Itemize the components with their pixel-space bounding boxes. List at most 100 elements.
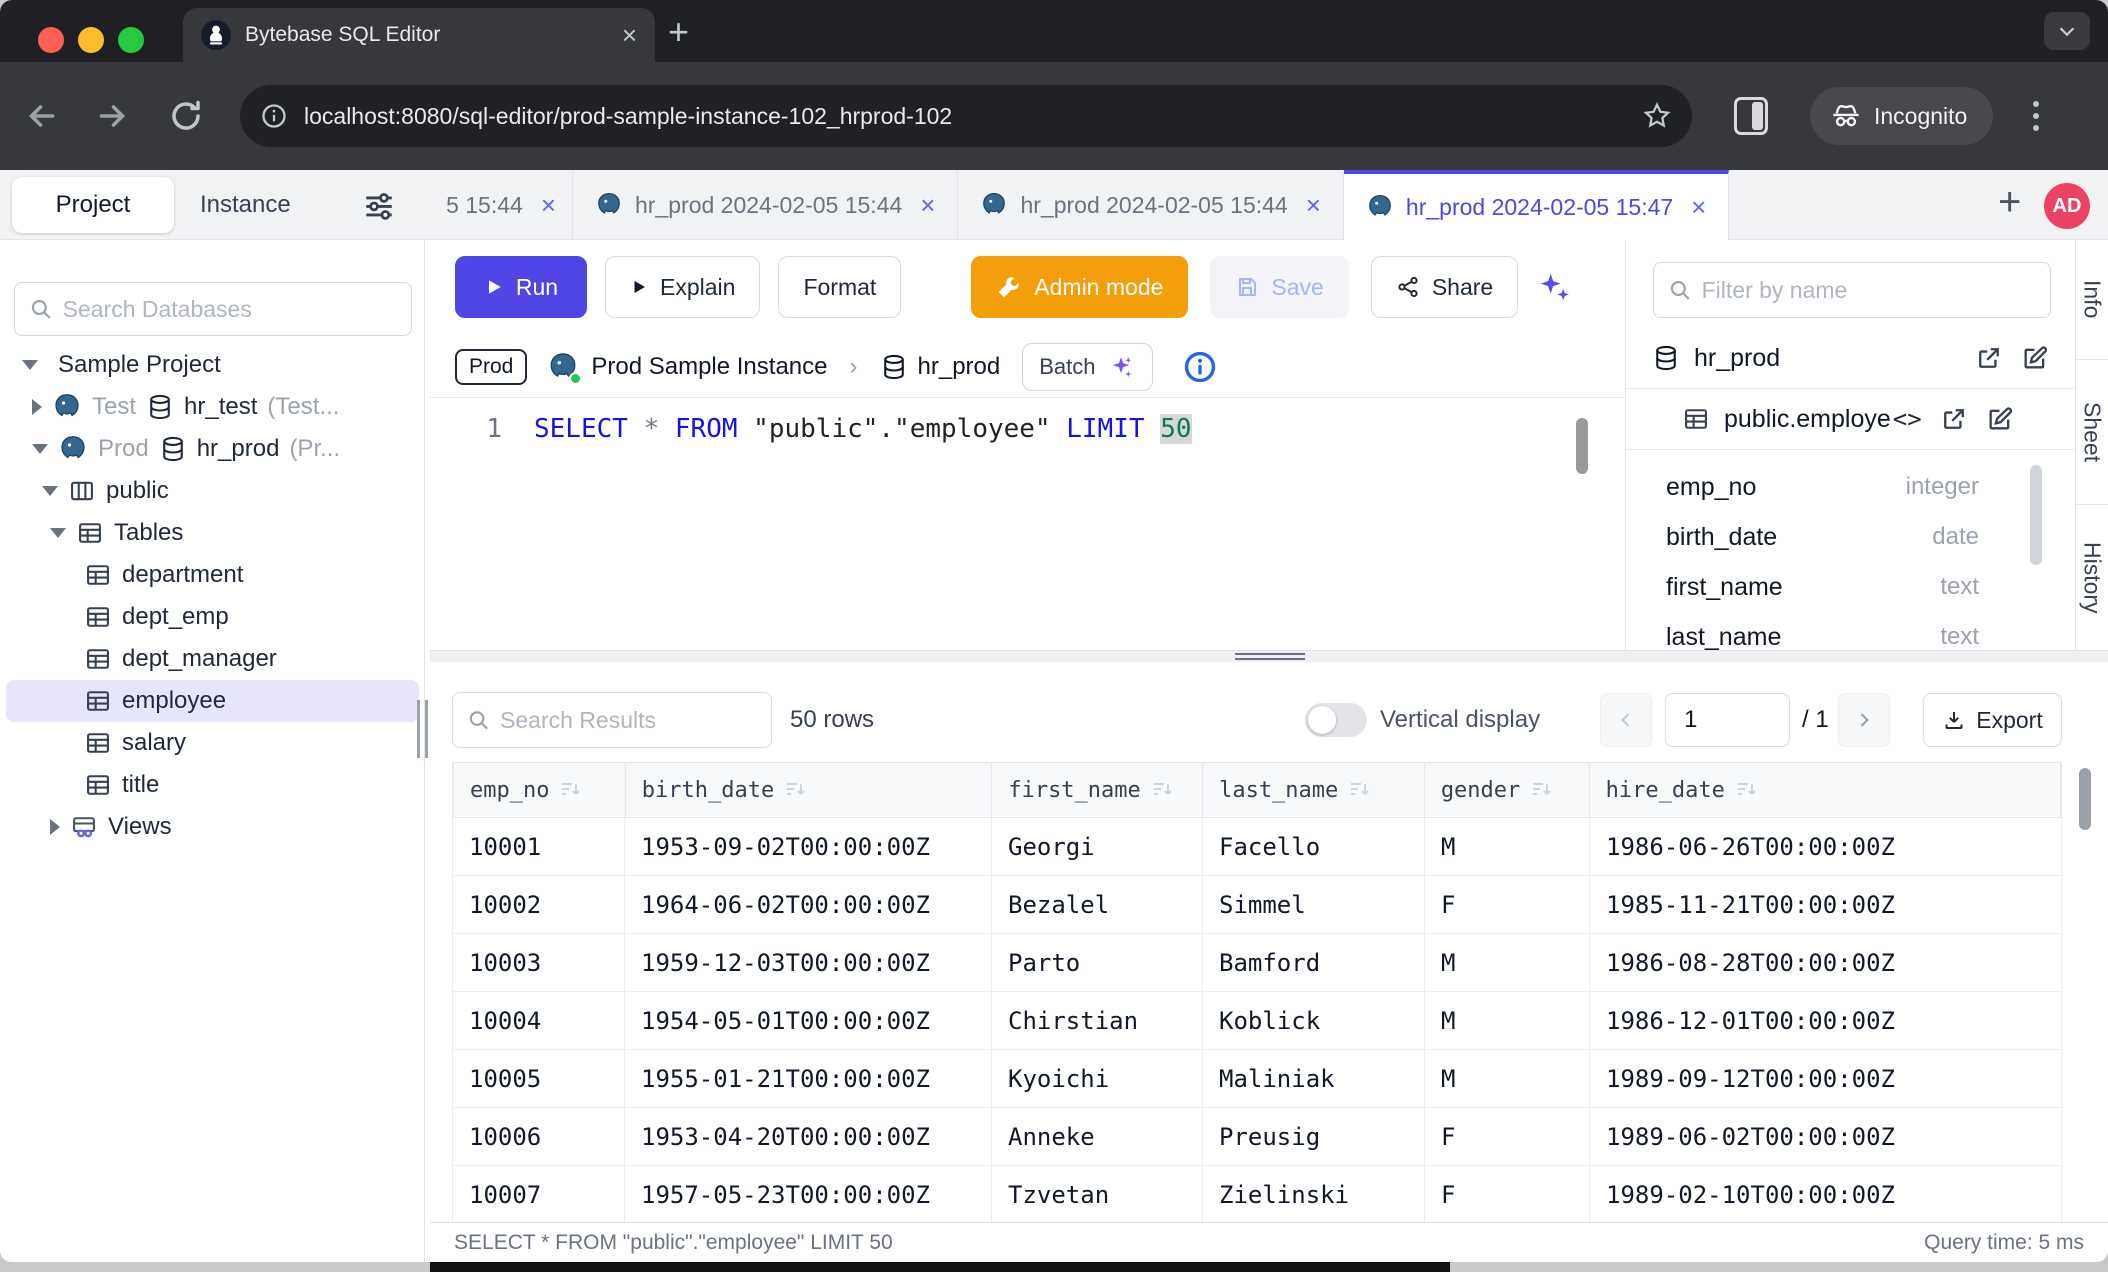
tree-settings-icon[interactable] — [362, 188, 396, 222]
table-row[interactable]: 10006 1953-04-20T00:00:00Z Anneke Preusi… — [452, 1108, 2062, 1166]
table-cell[interactable]: Koblick — [1203, 992, 1425, 1049]
results-search[interactable] — [452, 692, 772, 748]
page-number-input[interactable] — [1665, 693, 1790, 747]
run-button[interactable]: Run — [455, 256, 587, 318]
table-cell[interactable]: Kyoichi — [992, 1050, 1203, 1107]
external-link-icon[interactable] — [1940, 405, 1968, 433]
table-cell[interactable]: 1953-04-20T00:00:00Z — [625, 1108, 992, 1165]
divider-drag-handle[interactable] — [1235, 653, 1305, 661]
reload-button[interactable] — [168, 98, 204, 134]
sort-icon[interactable] — [1530, 778, 1554, 802]
tree-item-views[interactable]: Views — [0, 806, 425, 848]
back-button[interactable] — [24, 98, 60, 134]
table-cell[interactable]: 10004 — [452, 992, 625, 1049]
header-cell[interactable]: hire_date — [1590, 763, 2061, 817]
tab-project[interactable]: Project — [12, 177, 174, 233]
table-row[interactable]: 10005 1955-01-21T00:00:00Z Kyoichi Malin… — [452, 1050, 2062, 1108]
table-cell[interactable]: F — [1425, 1108, 1590, 1165]
schema-filter-input[interactable] — [1702, 277, 2036, 304]
results-scrollbar-thumb[interactable] — [2079, 768, 2091, 830]
tree-item-tables[interactable]: Tables — [0, 512, 425, 554]
sort-icon[interactable] — [784, 778, 808, 802]
table-cell[interactable]: 10006 — [452, 1108, 625, 1165]
address-bar[interactable]: localhost:8080/sql-editor/prod-sample-in… — [240, 85, 1692, 147]
site-info-icon[interactable] — [260, 102, 288, 130]
table-cell[interactable]: Facello — [1203, 818, 1425, 875]
table-cell[interactable]: Preusig — [1203, 1108, 1425, 1165]
admin-mode-button[interactable]: Admin mode — [971, 256, 1188, 318]
sidebar-resize-handle[interactable] — [417, 700, 431, 758]
table-cell[interactable]: Bezalel — [992, 876, 1203, 933]
new-tab-button[interactable]: + — [668, 14, 689, 50]
table-cell[interactable]: Parto — [992, 934, 1203, 991]
table-row[interactable]: 10002 1964-06-02T00:00:00Z Bezalel Simme… — [452, 876, 2062, 934]
tree-item-table-employee-selected[interactable]: employee — [6, 680, 419, 722]
editor-tab-2[interactable]: hr_prod 2024-02-05 15:44× — [958, 170, 1343, 240]
table-cell[interactable]: 1955-01-21T00:00:00Z — [625, 1050, 992, 1107]
close-tab-icon[interactable]: × — [1306, 190, 1321, 221]
close-tab-icon[interactable]: × — [920, 190, 935, 221]
editor-tab-0[interactable]: 5 15:44× — [430, 170, 573, 240]
share-button[interactable]: Share — [1371, 256, 1518, 318]
table-cell[interactable]: Georgi — [992, 818, 1203, 875]
table-cell[interactable]: 10005 — [452, 1050, 625, 1107]
forward-button[interactable] — [94, 98, 130, 134]
sort-icon[interactable] — [1151, 778, 1175, 802]
table-cell[interactable]: Maliniak — [1203, 1050, 1425, 1107]
table-cell[interactable]: M — [1425, 934, 1590, 991]
column-row-birth-date[interactable]: birth_date date — [1626, 512, 2075, 562]
schema-scrollbar[interactable] — [2030, 465, 2042, 565]
table-cell[interactable]: M — [1425, 818, 1590, 875]
tab-overview-button[interactable] — [2044, 12, 2090, 50]
table-cell[interactable]: 1989-09-12T00:00:00Z — [1590, 1050, 2062, 1107]
table-cell[interactable]: 1986-08-28T00:00:00Z — [1590, 934, 2062, 991]
editor-scrollbar[interactable] — [1576, 418, 1588, 474]
table-row[interactable]: 10004 1954-05-01T00:00:00Z Chirstian Kob… — [452, 992, 2062, 1050]
schema-table-row[interactable]: public.employe <> — [1626, 388, 2075, 450]
rail-tab-sheet[interactable]: Sheet — [2076, 360, 2108, 505]
info-icon[interactable] — [1183, 350, 1217, 384]
tree-item-hr-test[interactable]: Test hr_test (Test... — [0, 386, 425, 428]
chevron-expanded-icon[interactable] — [22, 360, 38, 370]
edit-icon[interactable] — [1986, 405, 2014, 433]
table-cell[interactable]: 10001 — [452, 818, 625, 875]
new-sheet-button[interactable]: + — [1998, 182, 2021, 222]
table-cell[interactable]: Anneke — [992, 1108, 1203, 1165]
tree-item-project[interactable]: Sample Project — [0, 344, 425, 386]
close-tab-icon[interactable]: × — [1691, 192, 1706, 223]
table-cell[interactable]: Zielinski — [1203, 1166, 1425, 1223]
tree-item-table-dept-emp[interactable]: dept_emp — [0, 596, 425, 638]
table-cell[interactable]: Bamford — [1203, 934, 1425, 991]
table-cell[interactable]: Simmel — [1203, 876, 1425, 933]
database-search[interactable] — [14, 282, 412, 336]
window-zoom-button[interactable] — [118, 27, 144, 53]
header-cell[interactable]: birth_date — [626, 763, 993, 817]
table-cell[interactable]: 1989-06-02T00:00:00Z — [1590, 1108, 2062, 1165]
table-cell[interactable]: 1986-06-26T00:00:00Z — [1590, 818, 2062, 875]
window-minimize-button[interactable] — [78, 27, 104, 53]
browser-tab-close-icon[interactable]: × — [622, 22, 637, 48]
table-cell[interactable]: Chirstian — [992, 992, 1203, 1049]
save-button[interactable]: Save — [1210, 256, 1348, 318]
sort-icon[interactable] — [1348, 778, 1372, 802]
table-cell[interactable]: M — [1425, 1050, 1590, 1107]
table-row[interactable]: 10007 1957-05-23T00:00:00Z Tzvetan Zieli… — [452, 1166, 2062, 1224]
tree-item-table-salary[interactable]: salary — [0, 722, 425, 764]
batch-mode-button[interactable]: Batch — [1022, 343, 1152, 391]
results-search-input[interactable] — [500, 707, 757, 734]
sort-icon[interactable] — [559, 778, 583, 802]
table-cell[interactable]: 10002 — [452, 876, 625, 933]
side-panel-icon[interactable] — [1734, 97, 1768, 135]
column-row-first-name[interactable]: first_name text — [1626, 562, 2075, 612]
explain-button[interactable]: Explain — [605, 256, 760, 318]
external-link-icon[interactable] — [1975, 344, 2003, 372]
ai-assistant-icon[interactable] — [1534, 267, 1574, 307]
format-button[interactable]: Format — [778, 256, 901, 318]
database-name[interactable]: hr_prod — [918, 353, 1001, 381]
edit-icon[interactable] — [2021, 344, 2049, 372]
export-button[interactable]: Export — [1923, 693, 2062, 747]
view-code-icon[interactable]: <> — [1893, 405, 1922, 433]
table-cell[interactable]: F — [1425, 1166, 1590, 1223]
table-cell[interactable]: 1957-05-23T00:00:00Z — [625, 1166, 992, 1223]
results-divider[interactable] — [430, 650, 2108, 662]
